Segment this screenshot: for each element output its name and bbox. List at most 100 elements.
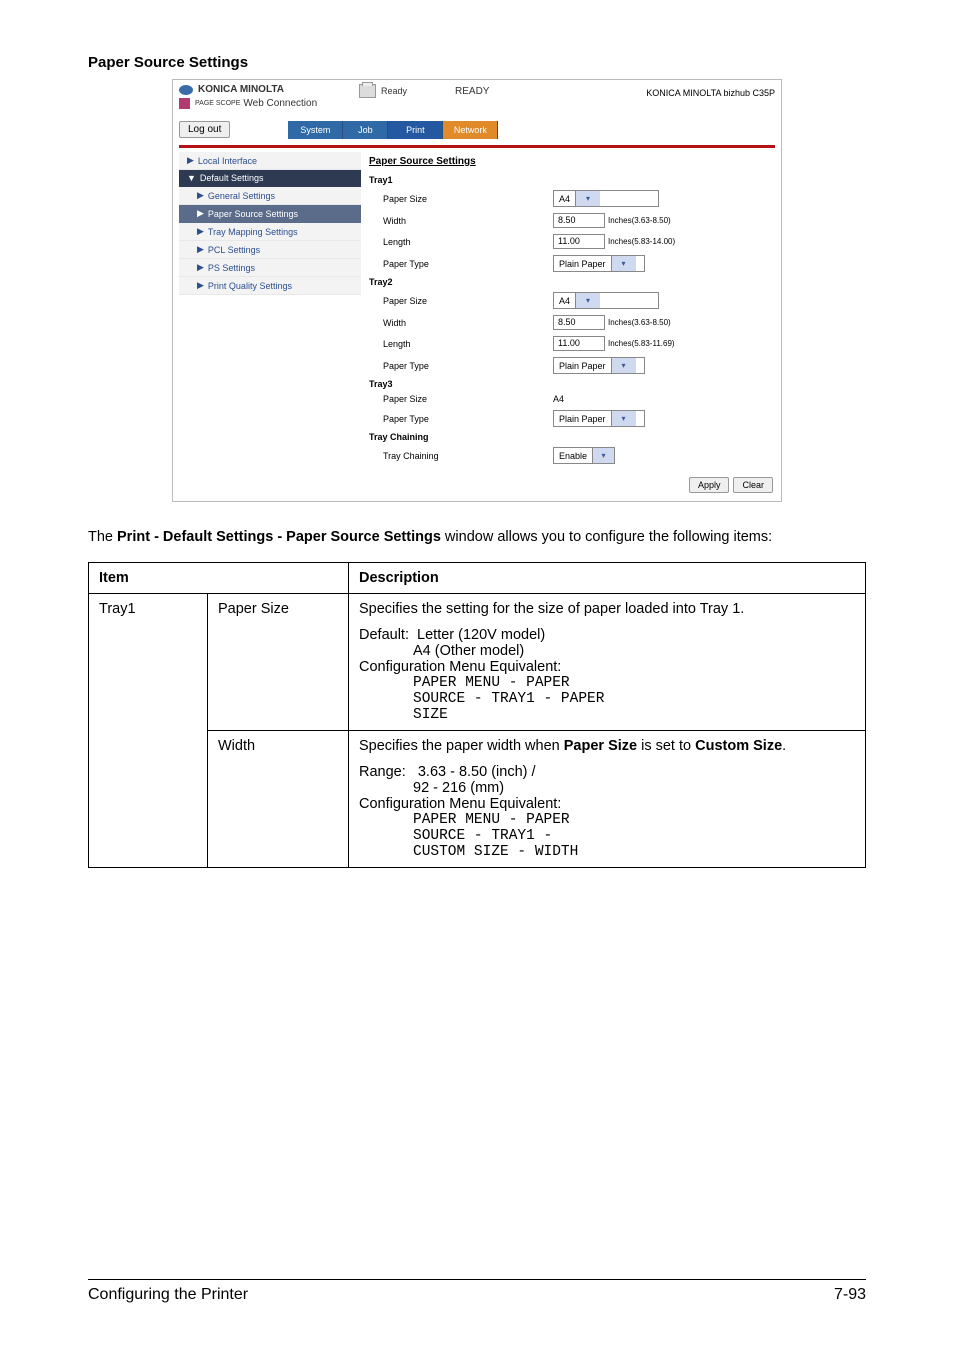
chevron-down-icon: ▾: [611, 411, 636, 426]
label-paper-size: Paper Size: [383, 296, 553, 306]
tab-network[interactable]: Network: [443, 121, 498, 139]
range-lead: Range:: [359, 764, 406, 780]
tray3-paper-size-value: A4: [553, 394, 564, 404]
nav-paper-source-settings[interactable]: ▶Paper Source Settings: [179, 205, 361, 223]
status-block: Ready READY: [359, 84, 489, 98]
caption-text: The: [88, 529, 117, 545]
tab-bar: System Job Print Network: [288, 121, 498, 139]
label-paper-size: Paper Size: [383, 394, 553, 404]
tray1-length-input[interactable]: 11.00: [553, 234, 605, 249]
nav-tray-mapping-settings[interactable]: ▶ Tray Mapping Settings: [179, 223, 361, 241]
nav-pcl-settings[interactable]: ▶PCL Settings: [179, 241, 361, 259]
nav-label: Local Interface: [198, 156, 257, 166]
tab-print[interactable]: Print: [388, 121, 443, 139]
t: .: [782, 738, 786, 754]
nav-label: PS Settings: [208, 263, 255, 273]
panel-title: Paper Source Settings: [369, 152, 775, 173]
triangle-right-icon: ▶: [197, 226, 204, 237]
menu-path: SOURCE - TRAY1 - PAPER: [413, 691, 855, 707]
label-paper-size: Paper Size: [383, 194, 553, 204]
select-value: Plain Paper: [554, 259, 611, 269]
caption-bold: Print - Default Settings - Paper Source …: [117, 529, 441, 545]
chevron-down-icon: ▾: [575, 191, 600, 206]
nav-general-settings[interactable]: ▶ General Settings: [179, 187, 361, 205]
footer-page-number: 7-93: [834, 1286, 866, 1304]
tray2-paper-size-select[interactable]: A4▾: [553, 292, 659, 309]
tab-system[interactable]: System: [288, 121, 343, 139]
select-value: A4: [554, 296, 575, 306]
settings-panel: Paper Source Settings Tray1 Paper Size A…: [361, 152, 775, 467]
brand-block: KONICA MINOLTA PAGE SCOPEWeb Connection: [179, 84, 359, 109]
accent-bar: [179, 145, 775, 148]
t: is set to: [637, 738, 695, 754]
label-paper-type: Paper Type: [383, 361, 553, 371]
triangle-right-icon: ▶: [197, 208, 204, 219]
label-paper-type: Paper Type: [383, 259, 553, 269]
sidebar: ▶ Local Interface ▼ Default Settings ▶ Gene…: [179, 152, 361, 467]
default-value: Letter (120V model): [417, 627, 545, 643]
tray2-width-hint: Inches(3.63-8.50): [608, 318, 671, 327]
nav-ps-settings[interactable]: ▶ PS Settings: [179, 259, 361, 277]
group-tray3: Tray3: [369, 377, 775, 391]
clear-button[interactable]: Clear: [733, 477, 773, 493]
range-value: 3.63 - 8.50 (inch) /: [418, 764, 536, 780]
apply-button[interactable]: Apply: [689, 477, 730, 493]
settings-table: Item Description Tray1 Paper Size Specif…: [88, 562, 866, 868]
tray1-width-input[interactable]: 8.50: [553, 213, 605, 228]
menu-path: CUSTOM SIZE - WIDTH: [413, 844, 855, 860]
triangle-right-icon: ▶: [187, 155, 194, 166]
select-value: Plain Paper: [554, 414, 611, 424]
th-item: Item: [89, 562, 349, 593]
nav-print-quality-settings[interactable]: ▶Print Quality Settings: [179, 277, 361, 295]
label-tray-chaining: Tray Chaining: [383, 451, 553, 461]
default-lead: Default:: [359, 627, 409, 643]
nav-label: PCL Settings: [208, 245, 260, 255]
menu-path: PAPER MENU - PAPER: [413, 812, 855, 828]
group-tray-chaining: Tray Chaining: [369, 430, 775, 444]
cell-tray1: Tray1: [89, 593, 208, 867]
tray3-paper-type-select[interactable]: Plain Paper▾: [553, 410, 645, 427]
tray-chaining-select[interactable]: Enable▾: [553, 447, 615, 464]
cell-desc-paper-size: Specifies the setting for the size of pa…: [349, 593, 866, 730]
pagescope-square-icon: [179, 98, 190, 109]
select-value: A4: [554, 194, 575, 204]
label-paper-type: Paper Type: [383, 414, 553, 424]
embedded-screenshot: KONICA MINOLTA PAGE SCOPEWeb Connection …: [172, 79, 782, 502]
device-model: KONICA MINOLTA bizhub C35P: [646, 84, 775, 98]
label-width: Width: [383, 318, 553, 328]
tray1-paper-size-select[interactable]: A4▾: [553, 190, 659, 207]
menu-path: PAPER MENU - PAPER: [413, 675, 855, 691]
tray2-width-input[interactable]: 8.50: [553, 315, 605, 330]
nav-default-settings[interactable]: ▼ Default Settings: [179, 170, 361, 187]
t-bold: Custom Size: [695, 738, 782, 754]
triangle-right-icon: ▶: [197, 190, 204, 201]
status-ready-2: READY: [455, 86, 489, 97]
tray1-length-hint: Inches(5.83-14.00): [608, 237, 675, 246]
tray1-paper-type-select[interactable]: Plain Paper▾: [553, 255, 645, 272]
cell-desc-width: Specifies the paper width when Paper Siz…: [349, 730, 866, 867]
nav-label: Default Settings: [200, 173, 264, 183]
label-length: Length: [383, 237, 553, 247]
desc-text: Specifies the setting for the size of pa…: [359, 601, 855, 617]
config-label: Configuration Menu Equivalent:: [359, 796, 855, 812]
logout-button[interactable]: Log out: [179, 121, 230, 138]
tray2-length-input[interactable]: 11.00: [553, 336, 605, 351]
range-value: 92 - 216 (mm): [413, 780, 855, 796]
page-footer: Configuring the Printer 7-93: [88, 1279, 866, 1304]
chevron-down-icon: ▾: [611, 256, 636, 271]
tray2-paper-type-select[interactable]: Plain Paper▾: [553, 357, 645, 374]
cell-paper-size: Paper Size: [208, 593, 349, 730]
select-value: Plain Paper: [554, 361, 611, 371]
brand-oval-icon: [179, 85, 193, 95]
triangle-right-icon: ▶: [197, 262, 204, 273]
tab-job[interactable]: Job: [343, 121, 388, 139]
nav-label: Tray Mapping Settings: [208, 227, 298, 237]
triangle-down-icon: ▼: [187, 173, 196, 183]
nav-local-interface[interactable]: ▶ Local Interface: [179, 152, 361, 170]
nav-label: General Settings: [208, 191, 275, 201]
caption-paragraph: The Print - Default Settings - Paper Sou…: [88, 528, 866, 548]
chevron-down-icon: ▾: [611, 358, 636, 373]
t: Specifies the paper width when: [359, 738, 564, 754]
default-value: A4 (Other model): [413, 643, 855, 659]
group-tray1: Tray1: [369, 173, 775, 187]
